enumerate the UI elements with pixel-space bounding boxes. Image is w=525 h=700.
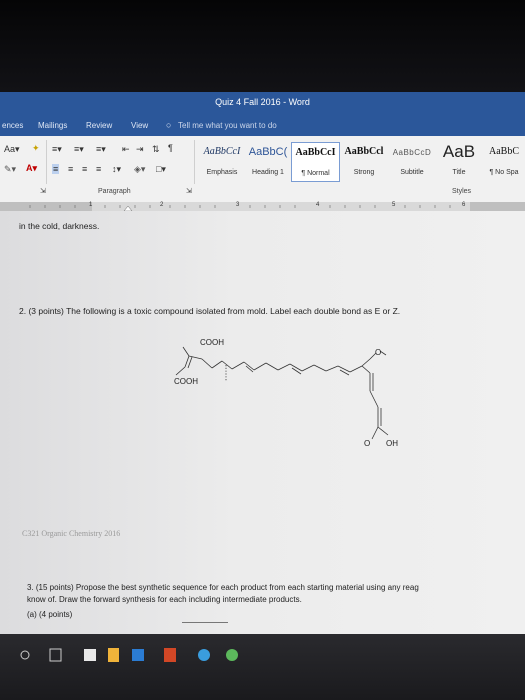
line-spacing-icon[interactable]: ↕▾ <box>112 164 121 175</box>
app-icon[interactable] <box>226 649 238 661</box>
ribbon-separator <box>194 140 195 184</box>
ruler-number: 4 <box>316 202 320 208</box>
powerpoint-icon[interactable] <box>164 648 176 662</box>
edge-browser-icon[interactable] <box>84 649 96 661</box>
shading-icon[interactable]: ◈▾ <box>134 164 145 175</box>
search-icon[interactable] <box>20 650 30 660</box>
align-center-icon[interactable]: ≡ <box>68 164 73 174</box>
multilevel-list-icon[interactable]: ≡▾ <box>96 144 106 155</box>
ribbon-tabs: ences Mailings Review View ○ Tell me wha… <box>0 114 525 136</box>
window-title: Quiz 4 Fall 2016 - Word <box>215 97 310 107</box>
tell-me-search[interactable]: Tell me what you want to do <box>178 121 277 130</box>
tab-references[interactable]: ences <box>2 121 23 130</box>
style-subtitle[interactable]: AaBbCcD Subtitle <box>389 142 435 180</box>
taskbar-icons <box>20 648 238 662</box>
font-dialog-launcher-icon[interactable]: ⇲ <box>40 187 46 195</box>
ester-oxygen-label: O <box>375 348 381 357</box>
highlight-icon[interactable]: ✎▾ <box>4 164 16 175</box>
ribbon: Aa▾ ✦ ✎▾ A▾ ≡▾ ≡▾ ≡▾ ⇤ ⇥ ⇅ ¶ ≡ ≡ ≡ ≡ ↕▾ … <box>0 136 525 203</box>
hydroxyl-label: OH <box>386 439 398 448</box>
align-left-icon[interactable]: ≡ <box>52 164 60 174</box>
format-painter-icon[interactable]: ✦ <box>32 143 40 154</box>
ruler-number: 3 <box>236 202 240 208</box>
monitor-bezel <box>0 0 525 92</box>
tab-review[interactable]: Review <box>86 121 112 130</box>
font-size-button[interactable]: Aa▾ <box>4 144 20 155</box>
question-3a-label: (a) (4 points) <box>27 610 73 619</box>
numbering-icon[interactable]: ≡▾ <box>74 144 84 155</box>
lightbulb-icon: ○ <box>166 120 172 130</box>
style-strong[interactable]: AaBbCcl Strong <box>341 142 387 180</box>
ruler-ticks <box>0 202 525 211</box>
borders-icon[interactable]: □▾ <box>156 164 166 175</box>
pilcrow-icon[interactable]: ¶ <box>168 143 173 153</box>
title-bar: Quiz 4 Fall 2016 - Word <box>0 92 525 114</box>
ruler-number: 5 <box>392 202 396 208</box>
chrome-icon[interactable] <box>198 649 210 661</box>
tab-mailings[interactable]: Mailings <box>38 121 67 130</box>
cooh-top-label: COOH <box>200 338 224 347</box>
ruler-number: 6 <box>462 202 466 208</box>
align-right-icon[interactable]: ≡ <box>82 164 87 174</box>
sort-icon[interactable]: ⇅ <box>152 144 160 155</box>
file-explorer-icon[interactable] <box>108 648 119 662</box>
carbonyl-oxygen-label: O <box>364 439 370 448</box>
style-heading-1[interactable]: AaBbC( Heading 1 <box>247 142 289 180</box>
document-page[interactable]: in the cold, darkness. 2. (3 points) The… <box>0 211 525 634</box>
document-text-line: in the cold, darkness. <box>19 221 100 231</box>
cooh-left-label: COOH <box>174 377 198 386</box>
increase-indent-icon[interactable]: ⇥ <box>136 144 144 155</box>
decrease-indent-icon[interactable]: ⇤ <box>122 144 130 155</box>
task-view-icon[interactable] <box>49 648 62 662</box>
question-3-text: 3. (15 points) Propose the best syntheti… <box>27 583 419 592</box>
question-2-text: 2. (3 points) The following is a toxic c… <box>19 306 401 316</box>
molecule-structure: COOH COOH O O OH <box>174 338 398 448</box>
store-icon[interactable] <box>132 649 144 661</box>
font-color-icon[interactable]: A▾ <box>26 163 37 174</box>
style-title[interactable]: AaB Title <box>437 142 481 180</box>
style-no-spacing[interactable]: AaBbC ¶ No Spa <box>483 142 525 180</box>
style-normal[interactable]: AaBbCcI ¶ Normal <box>291 142 340 182</box>
style-emphasis[interactable]: AaBbCcI Emphasis <box>198 142 246 180</box>
ruler-number: 2 <box>160 202 164 208</box>
ribbon-separator <box>46 140 47 184</box>
styles-group-label: Styles <box>452 188 472 195</box>
ruler-number: 1 <box>89 202 93 208</box>
paragraph-group-label: Paragraph <box>98 188 131 195</box>
taskbar <box>0 634 525 700</box>
bullets-icon[interactable]: ≡▾ <box>52 144 62 155</box>
justify-icon[interactable]: ≡ <box>96 164 101 174</box>
question-3-text-cont: know of. Draw the forward synthesis for … <box>27 595 302 604</box>
paragraph-dialog-launcher-icon[interactable]: ⇲ <box>186 187 192 195</box>
page-footer: C321 Organic Chemistry 2016 <box>22 529 121 538</box>
tab-view[interactable]: View <box>131 121 148 130</box>
answer-line <box>182 622 228 623</box>
